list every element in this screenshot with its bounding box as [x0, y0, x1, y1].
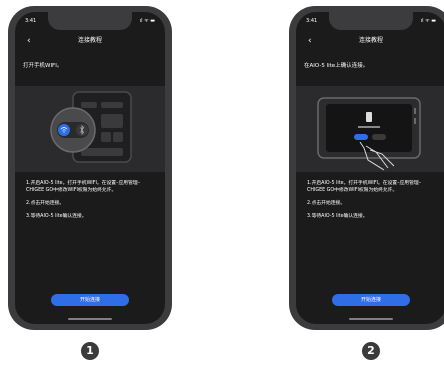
control-center-graphic	[50, 91, 132, 163]
start-connection-button[interactable]: 开始连接	[332, 294, 410, 306]
instruction-step-3: 3.等待AIO-5 lite确认连接。	[307, 214, 368, 219]
step-badge-1: 1	[81, 342, 99, 360]
nav-title: 连接教程	[77, 37, 102, 44]
instruction-list: 1.开启AIO-5 lite，打开手机WIFI。在设置–应用管理–CHIGEE …	[307, 180, 436, 226]
signal-wifi-battery-icon: ıl ᯤ ▬	[139, 18, 155, 24]
phone-mockup-2: 3:41 ıl ᯤ ▬ ‹ 连接教程 在AIO-5 lite上确认连接。 1.开…	[289, 6, 444, 330]
instruction-step-1: 1.开启AIO-5 lite，打开手机WIFI。在设置–应用管理–CHIGEE …	[26, 181, 141, 193]
instruction-step-2: 2.点击开始连接。	[26, 201, 65, 206]
instruction-step-1: 1.开启AIO-5 lite，打开手机WIFI。在设置–应用管理–CHIGEE …	[307, 181, 422, 193]
phone-mockup-1: 3:41 ıl ᯤ ▬ ‹ 连接教程 打开手机WIFI。 1.开启AIO-5 l…	[8, 6, 172, 330]
nav-bar: ‹ 连接教程	[15, 34, 165, 48]
back-icon[interactable]: ‹	[308, 34, 312, 48]
step-badge-2: 2	[362, 342, 380, 360]
back-icon[interactable]: ‹	[27, 34, 31, 48]
home-indicator	[349, 318, 393, 320]
nav-bar: ‹ 连接教程	[296, 34, 444, 48]
instruction-step-3: 3.等待AIO-5 lite确认连接。	[26, 214, 87, 219]
status-time: 3:41	[25, 18, 37, 24]
status-bar: 3:41 ıl ᯤ ▬	[306, 16, 436, 26]
step-heading: 在AIO-5 lite上确认连接。	[304, 63, 369, 69]
nav-title: 连接教程	[358, 37, 383, 44]
device-tap-graphic	[317, 97, 421, 171]
home-indicator	[68, 318, 112, 320]
phone-screen-2: 3:41 ıl ᯤ ▬ ‹ 连接教程 在AIO-5 lite上确认连接。 1.开…	[296, 12, 444, 324]
start-connection-button[interactable]: 开始连接	[51, 294, 129, 306]
instruction-step-2: 2.点击开始连接。	[307, 201, 346, 206]
phone-wifi-illustration	[15, 86, 165, 172]
status-time: 3:41	[306, 18, 318, 24]
device-confirm-illustration	[296, 86, 444, 172]
signal-wifi-battery-icon: ıl ᯤ ▬	[420, 18, 436, 24]
phone-icon	[366, 112, 372, 122]
status-bar: 3:41 ıl ᯤ ▬	[25, 16, 155, 26]
confirm-icon	[354, 134, 368, 140]
phone-screen-1: 3:41 ıl ᯤ ▬ ‹ 连接教程 打开手机WIFI。 1.开启AIO-5 l…	[15, 12, 165, 324]
step-heading: 打开手机WIFI。	[23, 63, 63, 69]
instruction-list: 1.开启AIO-5 lite，打开手机WIFI。在设置–应用管理–CHIGEE …	[26, 180, 155, 226]
